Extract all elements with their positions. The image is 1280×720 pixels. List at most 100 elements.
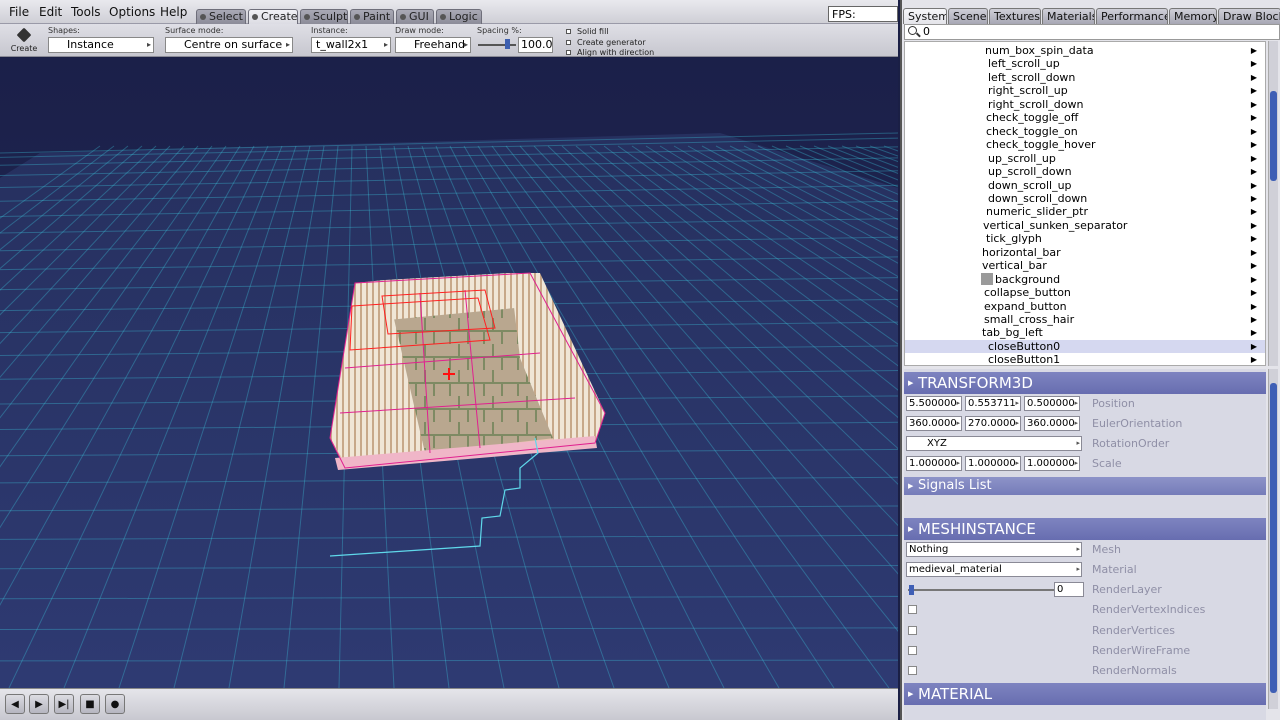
create-button[interactable]: Create [8, 26, 40, 56]
rewind-icon: ◀ [11, 698, 19, 710]
render-normals-checkbox[interactable] [908, 666, 917, 675]
tree-item[interactable]: vertical_bar ▶ [905, 259, 1265, 272]
tab-create[interactable]: Create [248, 9, 298, 24]
tree-item[interactable]: numeric_slider_ptr ▶ [905, 205, 1265, 218]
signals-list-header[interactable]: ▶ Signals List [904, 477, 1266, 495]
tree-item[interactable]: background ▶ [905, 272, 1265, 286]
tree-item[interactable]: down_scroll_up ▶ [905, 179, 1265, 192]
tab-gui[interactable]: GUI [396, 9, 434, 24]
tree-item[interactable]: up_scroll_down ▶ [905, 165, 1265, 178]
render-layer-slider[interactable] [908, 589, 1056, 591]
play-button[interactable]: ▶ [29, 694, 49, 714]
euler-x-field[interactable]: 360.0000 ▸ [906, 416, 962, 431]
meshinstance-header[interactable]: ▶ MESHINSTANCE [904, 518, 1266, 540]
tree-item[interactable]: right_scroll_up ▶ [905, 84, 1265, 98]
instance-field[interactable]: t_wall2x1 ▸ [311, 37, 391, 53]
tree-item-label: check_toggle_off [986, 111, 1079, 125]
menu-options[interactable]: Options [109, 5, 155, 19]
record-button[interactable]: ● [105, 694, 125, 714]
tree-item-label: left_scroll_down [988, 70, 1076, 84]
material-header[interactable]: ▶ MATERIAL [904, 683, 1266, 705]
scale-x-field[interactable]: 1.000000 ▸ [906, 456, 962, 471]
search-input[interactable]: 0 [904, 24, 1280, 40]
tree-item[interactable]: horizontal_bar ▶ [905, 246, 1265, 259]
tree-scroll-thumb[interactable] [1270, 91, 1277, 181]
position-z-field[interactable]: 0.500000 ▸ [1024, 396, 1080, 411]
menu-tools[interactable]: Tools [71, 5, 101, 19]
chevron-right-icon: ▶ [1250, 355, 1257, 365]
tab-performance[interactable]: Performance [1096, 8, 1168, 24]
position-x-field[interactable]: 5.500000 ▸ [906, 396, 962, 411]
spacing-slider-knob[interactable] [505, 39, 510, 49]
render-vertex-indices-checkbox[interactable] [908, 605, 917, 614]
menu-edit[interactable]: Edit [39, 5, 62, 19]
fps-readout: FPS: 59.961 [828, 6, 898, 37]
euler-y-field[interactable]: 270.0000 ▸ [965, 416, 1021, 431]
tree-item[interactable]: down_scroll_down ▶ [905, 192, 1265, 205]
position-y-field[interactable]: 0.553711 ▸ [965, 396, 1021, 411]
scale-label: Scale [1092, 457, 1122, 470]
tree-item[interactable]: tab_bg_left ▶ [905, 326, 1265, 339]
surface-mode-dropdown[interactable]: Centre on surface ▸ [165, 37, 293, 53]
tree-item[interactable]: vertical_sunken_separator ▶ [905, 219, 1265, 232]
spacing-field[interactable]: 100.00 [518, 37, 553, 53]
expand-arrow-icon: ▶ [908, 525, 914, 533]
transform3d-header[interactable]: ▶ TRANSFORM3D [904, 372, 1266, 394]
stop-button[interactable]: ■ [80, 694, 100, 714]
chevron-right-icon: ▶ [1250, 288, 1257, 298]
tree-item[interactable]: up_scroll_up ▶ [905, 152, 1265, 165]
tree-scrollbar[interactable] [1268, 41, 1278, 366]
render-layer-field[interactable]: 0 [1054, 582, 1084, 597]
menu-file[interactable]: File [9, 5, 29, 19]
tree-item[interactable]: left_scroll_up ▶ [905, 57, 1265, 70]
scale-y-field[interactable]: 1.000000 ▸ [965, 456, 1021, 471]
tab-logic[interactable]: Logic [436, 9, 482, 24]
tree-item[interactable]: closeButton0 ▶ [905, 339, 1265, 354]
dropdown-arrow-icon: ▸ [285, 40, 290, 49]
tab-scene[interactable]: Scene [948, 8, 988, 24]
euler-z-field[interactable]: 360.0000 ▸ [1024, 416, 1080, 431]
tree-item-label: right_scroll_up [988, 84, 1068, 98]
tree-item[interactable]: collapse_button ▶ [905, 286, 1265, 299]
render-vertices-label: RenderVertices [1092, 624, 1176, 637]
tab-materials[interactable]: Materials [1042, 8, 1095, 24]
rotation-order-dropdown[interactable]: XYZ ▸ [906, 436, 1082, 451]
tree-item[interactable]: check_toggle_on ▶ [905, 125, 1265, 138]
tree-item[interactable]: check_toggle_hover ▶ [905, 138, 1265, 151]
rewind-button[interactable]: ◀ [5, 694, 25, 714]
tree-item[interactable]: left_scroll_down ▶ [905, 70, 1265, 84]
tab-memory[interactable]: Memory [1169, 8, 1217, 24]
tree-item[interactable]: expand_button ▶ [905, 300, 1265, 313]
tree-item[interactable]: closeButton1 ▶ [905, 353, 1265, 365]
create-generator-checkbox[interactable]: Create generator [566, 38, 646, 47]
scale-z-field[interactable]: 1.000000 ▸ [1024, 456, 1080, 471]
tab-sculpt[interactable]: Sculpt [300, 9, 348, 24]
tab-select[interactable]: Select [196, 9, 246, 24]
record-icon: ● [110, 698, 120, 710]
step-button[interactable]: ▶| [54, 694, 74, 714]
properties-scrollbar[interactable] [1268, 369, 1278, 709]
properties-scroll-thumb[interactable] [1270, 383, 1277, 693]
tree-item[interactable]: small_cross_hair ▶ [905, 313, 1265, 326]
shapes-dropdown[interactable]: Instance ▸ [48, 37, 154, 53]
tree-item[interactable]: num_box_spin_data ▶ [905, 44, 1265, 57]
solid-fill-checkbox[interactable]: Solid fill [566, 27, 609, 36]
tab-paint[interactable]: Paint [350, 9, 394, 24]
tree-item[interactable]: tick_glyph ▶ [905, 232, 1265, 245]
menu-help[interactable]: Help [160, 5, 187, 19]
material-field[interactable]: medieval_material ▸ [906, 562, 1082, 577]
tree-item[interactable]: right_scroll_down ▶ [905, 98, 1265, 111]
chevron-right-icon: ▶ [1250, 207, 1257, 217]
3d-viewport[interactable] [0, 58, 898, 688]
spacing-slider-track[interactable] [478, 44, 516, 46]
render-layer-knob[interactable] [909, 585, 914, 595]
draw-mode-dropdown[interactable]: Freehand ▸ [395, 37, 471, 53]
tab-draw-blocks[interactable]: Draw Blocks [1218, 8, 1280, 24]
align-direction-checkbox[interactable]: Align with direction [566, 48, 654, 57]
mesh-field[interactable]: Nothing ▸ [906, 542, 1082, 557]
render-wireframe-checkbox[interactable] [908, 646, 917, 655]
tree-item[interactable]: check_toggle_off ▶ [905, 111, 1265, 125]
tab-system[interactable]: System [903, 8, 947, 24]
render-vertices-checkbox[interactable] [908, 626, 917, 635]
tab-textures[interactable]: Textures [989, 8, 1041, 24]
